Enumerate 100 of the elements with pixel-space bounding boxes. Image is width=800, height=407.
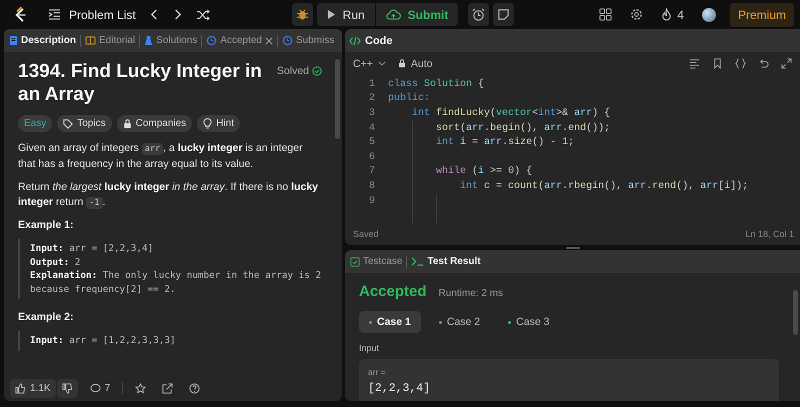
debug-button[interactable] (292, 3, 313, 26)
description-paragraph: Return the largest lucky integer in the array. If there is no lucky integer return -1 . (18, 180, 320, 211)
code-line[interactable]: class Solution { (388, 78, 484, 90)
streak-counter[interactable]: 4 (661, 8, 684, 22)
shuffle-icon[interactable] (196, 8, 210, 20)
resize-handle[interactable] (566, 246, 580, 248)
case-tab[interactable]: Case 3 (498, 311, 560, 333)
expand-icon[interactable] (781, 58, 792, 69)
chevron-left-icon[interactable] (150, 8, 159, 21)
line-number: 6 (368, 152, 375, 163)
cursor-position: Ln 18, Col 1 (745, 229, 794, 239)
undo-icon[interactable] (758, 58, 769, 69)
example-heading: Example 1: (18, 219, 74, 231)
check-circle-icon (312, 66, 322, 76)
input-value: [2,2,3,4] (368, 382, 432, 395)
thumbs-up-icon (15, 382, 26, 394)
line-number: 2 (368, 93, 375, 104)
flame-icon (661, 8, 672, 21)
line-number: 3 (368, 108, 375, 119)
share-icon[interactable] (162, 382, 174, 394)
panel-tab[interactable]: Submiss (281, 33, 336, 48)
star-icon[interactable] (135, 382, 146, 394)
example-line: Input: arr = [1,2,2,3,3,3] (30, 334, 177, 348)
list-icon (48, 9, 61, 20)
line-number: 4 (368, 122, 375, 134)
lightbulb-icon (203, 118, 212, 129)
alarm-clock-icon (472, 8, 486, 21)
tag-button[interactable]: Companies (116, 115, 192, 132)
code-line[interactable]: int i = arr.size() - 1; (388, 137, 574, 148)
format-icon[interactable] (689, 58, 700, 69)
panel-tab[interactable]: Description (8, 33, 78, 48)
chevron-down-icon (378, 61, 386, 66)
settings-icon[interactable] (630, 8, 644, 21)
case-tab[interactable]: Case 1 (359, 311, 421, 333)
chevron-right-icon[interactable] (172, 8, 182, 21)
panel-tab[interactable]: Testcase (349, 254, 404, 269)
code-line[interactable]: public: (388, 93, 430, 104)
code-line[interactable]: while (i >= 0) { (388, 166, 532, 178)
tag-button[interactable]: Topics (57, 115, 112, 132)
lock-icon (398, 59, 406, 68)
avatar[interactable] (702, 8, 716, 22)
save-status: Saved (353, 229, 379, 239)
problem-list-button[interactable]: Problem List (48, 8, 136, 22)
language-dropdown[interactable]: C++ (353, 58, 386, 70)
panel-tab[interactable]: Test Result (410, 254, 482, 269)
example-line: Output: 2 (30, 256, 82, 269)
scrollbar[interactable] (335, 59, 340, 139)
lock-icon (122, 118, 132, 128)
clock-icon (282, 35, 293, 46)
panel-tab[interactable]: Accepted (205, 33, 274, 48)
dislike-button[interactable] (56, 378, 78, 398)
thumbs-down-icon (62, 382, 73, 394)
book-icon (85, 36, 96, 45)
code-brackets-icon (349, 36, 361, 46)
tag-button[interactable]: Hint (197, 115, 240, 132)
checkbox-icon (350, 256, 360, 266)
case-tab[interactable]: Case 2 (428, 311, 490, 333)
tag-icon (63, 118, 74, 128)
premium-button[interactable]: Premium (730, 2, 794, 26)
document-icon (9, 35, 18, 46)
code-line[interactable]: int findLucky(vector<int>& arr) { (388, 108, 610, 119)
code-tab[interactable]: Code (349, 34, 392, 46)
play-icon (326, 9, 336, 20)
timer-button[interactable] (468, 3, 490, 26)
notes-button[interactable] (493, 3, 514, 26)
line-number: 1 (368, 78, 375, 90)
line-number: 5 (368, 137, 375, 148)
braces-icon[interactable] (735, 58, 746, 69)
input-label: Input (359, 343, 380, 353)
code-line[interactable]: int c = count(arr.rbegin(), arr.rend(), arr[i]); (388, 180, 748, 192)
run-button[interactable]: Run (316, 3, 375, 26)
clock-icon (206, 35, 218, 46)
note-icon (497, 8, 510, 21)
line-number: 7 (368, 166, 375, 178)
runtime-text: Runtime: 2 ms (438, 288, 503, 299)
like-button[interactable]: 1.1K (10, 378, 56, 398)
panel-tab[interactable]: Solutions (143, 33, 198, 48)
speech-bubble-icon (90, 382, 101, 394)
grid-icon[interactable] (599, 8, 612, 21)
comments-button[interactable]: 7 (86, 382, 114, 394)
submit-button[interactable]: Submit (376, 3, 458, 26)
close-icon[interactable] (265, 36, 273, 44)
input-name: arr = (368, 367, 387, 377)
description-paragraph: Given an array of integers arr , a lucky integer is an integer that has a frequency in the array equal to its value. (18, 141, 304, 172)
scrollbar[interactable] (793, 290, 798, 335)
flask-icon (144, 35, 154, 46)
verdict-text: Accepted (359, 283, 427, 300)
terminal-icon (411, 256, 424, 267)
panel-tab[interactable]: Editorial (84, 33, 136, 48)
code-line[interactable]: sort(arr.begin(), arr.end()); (388, 122, 610, 134)
line-number: 8 (368, 180, 375, 192)
difficulty-badge: Easy (18, 115, 52, 132)
problem-title[interactable]: 1394. Find Lucky Integer in an Array (18, 60, 268, 106)
auto-mode-toggle[interactable]: Auto (398, 58, 432, 70)
solved-status: Solved (276, 65, 322, 77)
bookmark-icon[interactable] (712, 58, 723, 69)
help-icon[interactable] (189, 382, 200, 394)
example-heading: Example 2: (18, 311, 74, 323)
example-line: Input: arr = [2,2,3,4] (30, 242, 154, 256)
line-number: 9 (368, 196, 375, 207)
